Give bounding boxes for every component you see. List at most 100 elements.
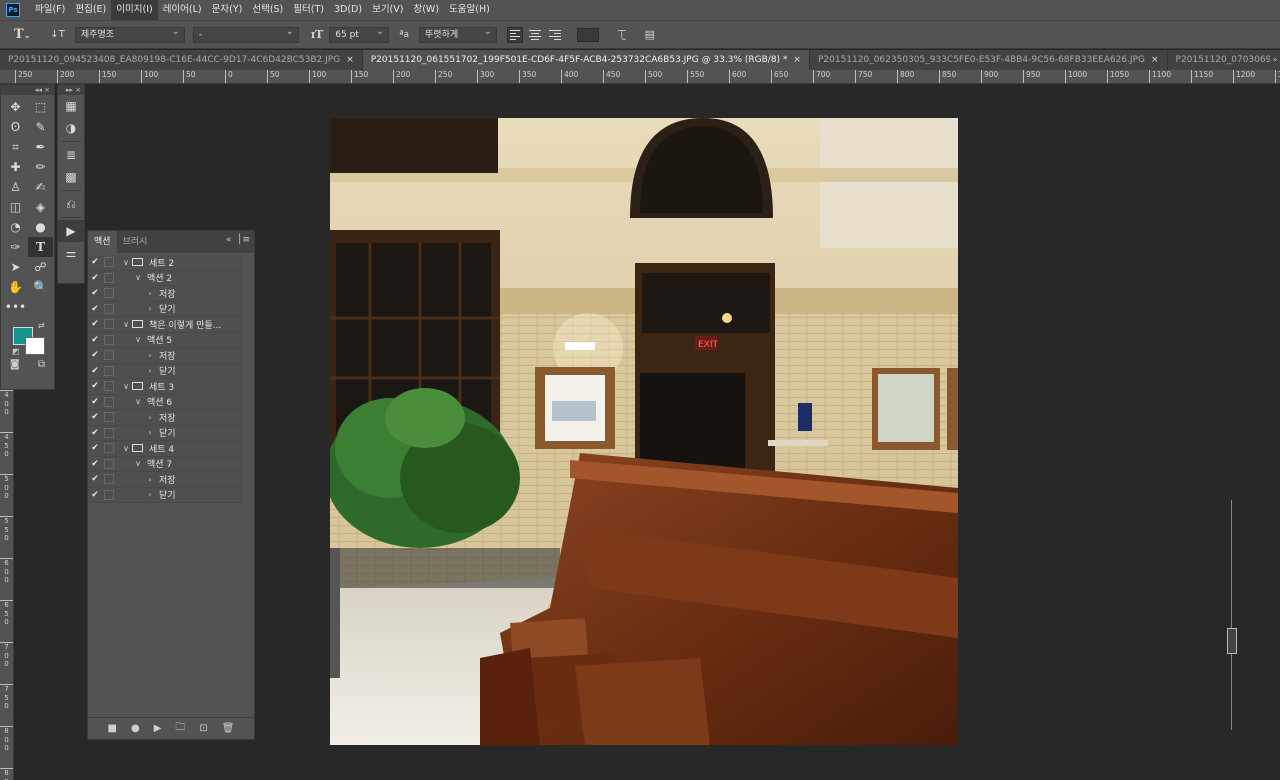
action-row[interactable]: ✔ ∨ 책은 이렇게 만들... xyxy=(88,317,242,333)
more-tools-icon[interactable]: ••• xyxy=(3,297,28,317)
action-row[interactable]: ✔ › 닫기 xyxy=(88,425,242,441)
menu-item[interactable]: 창(W) xyxy=(408,0,444,20)
dialog-toggle-box[interactable] xyxy=(104,443,114,454)
zoom-tool-icon[interactable]: 🔍 xyxy=(28,277,53,297)
toggle-item-checkbox[interactable]: ✔ xyxy=(88,459,102,469)
dialog-toggle-box[interactable] xyxy=(104,489,114,500)
chevron-right-icon[interactable]: › xyxy=(144,351,156,360)
menu-item[interactable]: 문자(Y) xyxy=(207,0,248,20)
action-row[interactable]: ✔ › 저장 xyxy=(88,472,242,488)
chevron-down-icon[interactable]: ∨ xyxy=(132,335,144,344)
action-row[interactable]: ✔ › 저장 xyxy=(88,348,242,364)
properties-panel-icon[interactable]: ⚌ xyxy=(58,242,84,264)
toggle-item-checkbox[interactable]: ✔ xyxy=(88,397,102,407)
dialog-toggle-box[interactable] xyxy=(104,427,114,438)
tab-actions[interactable]: 액션 xyxy=(88,231,117,253)
action-row[interactable]: ✔ › 닫기 xyxy=(88,363,242,379)
chevron-right-icon[interactable]: › xyxy=(144,428,156,437)
align-right-button[interactable] xyxy=(547,27,563,43)
menu-item[interactable]: 이미지(I) xyxy=(111,0,158,20)
eraser-tool-icon[interactable]: ◫ xyxy=(3,197,28,217)
chevron-right-icon[interactable]: › xyxy=(144,413,156,422)
action-row[interactable]: ✔ ∨ 액션 6 xyxy=(88,394,242,410)
font-size-select[interactable]: 65 pt xyxy=(329,25,390,43)
dialog-toggle-box[interactable] xyxy=(104,474,114,485)
toggle-item-checkbox[interactable]: ✔ xyxy=(88,350,102,360)
play-icon[interactable]: ▶ xyxy=(154,723,162,734)
chevron-down-icon[interactable]: ∨ xyxy=(132,397,144,406)
chevron-down-icon[interactable]: ∨ xyxy=(120,258,132,267)
history-brush-icon[interactable]: ✍ xyxy=(28,177,53,197)
dialog-toggle-box[interactable] xyxy=(104,319,114,330)
close-tab-icon[interactable]: × xyxy=(1151,50,1159,70)
warp-text-icon[interactable]: ⊤̰ xyxy=(617,28,627,41)
toggle-item-checkbox[interactable]: ✔ xyxy=(88,335,102,345)
dialog-toggle-box[interactable] xyxy=(104,257,114,268)
type-tool-preset-icon[interactable]: T⌄ xyxy=(14,27,30,42)
action-row[interactable]: ✔ › 닫기 xyxy=(88,487,242,503)
close-tab-icon[interactable]: × xyxy=(346,50,354,70)
toggle-item-checkbox[interactable]: ✔ xyxy=(88,381,102,391)
screen-mode-icon[interactable]: ⧉ xyxy=(38,359,45,370)
document-tab[interactable]: P20151120_062350305_933C5FE0-E53F-4BB4-9… xyxy=(810,50,1168,70)
menu-item[interactable]: 파일(F) xyxy=(30,0,70,20)
dodge-tool-icon[interactable]: ● xyxy=(28,217,53,237)
action-row[interactable]: ✔ ∨ 세트 2 xyxy=(88,255,242,271)
document-tab[interactable]: P20151120_094523408_EA809198-C16E-44CC-9… xyxy=(0,50,363,70)
lasso-tool-icon[interactable]: ʘ xyxy=(3,117,28,137)
font-style-select[interactable]: - xyxy=(192,25,299,43)
brush-tool-icon[interactable]: ✏ xyxy=(28,157,53,177)
dialog-toggle-box[interactable] xyxy=(104,412,114,423)
menu-item[interactable]: 도움말(H) xyxy=(444,0,495,20)
horizontal-ruler[interactable]: 250 200 150 100 50 0 50 100 150 200 250 300 350 400 45… xyxy=(0,70,1280,84)
chevron-down-icon[interactable]: ∨ xyxy=(120,444,132,453)
menu-item[interactable]: 필터(T) xyxy=(288,0,329,20)
dialog-toggle-box[interactable] xyxy=(104,303,114,314)
chevron-right-icon[interactable]: › xyxy=(144,366,156,375)
dialog-toggle-box[interactable] xyxy=(104,350,114,361)
crop-tool-icon[interactable]: ⌗ xyxy=(3,137,28,157)
document-tab[interactable]: P20151120_070306956_71380804-9 xyxy=(1168,50,1280,70)
chevron-down-icon[interactable]: ∨ xyxy=(132,273,144,282)
close-tab-icon[interactable]: × xyxy=(793,50,801,70)
action-row[interactable]: ✔ ∨ 세트 4 xyxy=(88,441,242,457)
quick-select-tool-icon[interactable]: ✎ xyxy=(28,117,53,137)
tab-overflow-icon[interactable]: » xyxy=(1270,50,1280,70)
record-icon[interactable]: ● xyxy=(131,723,140,734)
dialog-toggle-box[interactable] xyxy=(104,381,114,392)
new-action-icon[interactable]: ⊡ xyxy=(199,723,207,734)
healing-tool-icon[interactable]: ✚ xyxy=(3,157,28,177)
dialog-toggle-box[interactable] xyxy=(104,334,114,345)
toggle-item-checkbox[interactable]: ✔ xyxy=(88,443,102,453)
chevron-down-icon[interactable]: ∨ xyxy=(120,320,132,329)
hand-tool-icon[interactable]: ✋ xyxy=(3,277,28,297)
toggle-item-checkbox[interactable]: ✔ xyxy=(88,288,102,298)
action-row[interactable]: ✔ › 닫기 xyxy=(88,301,242,317)
action-row[interactable]: ✔ ∨ 액션 7 xyxy=(88,456,242,472)
pen-tool-icon[interactable]: ✑ xyxy=(3,237,28,257)
menu-item[interactable]: 3D(D) xyxy=(329,0,367,20)
chevron-down-icon[interactable]: ∨ xyxy=(132,459,144,468)
move-tool-icon[interactable]: ✥ xyxy=(3,97,28,117)
toggle-item-checkbox[interactable]: ✔ xyxy=(88,490,102,500)
document-tab[interactable]: P20151120_061551702_199F501E-CD6F-4F5F-A… xyxy=(362,50,810,70)
actions-panel-icon[interactable]: ▶ xyxy=(58,220,84,242)
type-tool-icon[interactable]: T xyxy=(28,237,53,257)
panel-menu-icon[interactable]: « │≡ xyxy=(226,235,250,245)
character-panel-icon[interactable]: ▤ xyxy=(645,28,655,41)
action-row[interactable]: ✔ ∨ 액션 2 xyxy=(88,270,242,286)
align-left-button[interactable] xyxy=(507,26,524,43)
stamp-tool-icon[interactable]: ♙ xyxy=(3,177,28,197)
zoom-slider-track[interactable] xyxy=(1231,500,1232,730)
font-family-select[interactable]: 제주명조 xyxy=(74,25,185,43)
dialog-toggle-box[interactable] xyxy=(104,396,114,407)
align-center-button[interactable] xyxy=(527,27,543,43)
swap-colors-icon[interactable]: ⇄ xyxy=(38,321,45,330)
chevron-down-icon[interactable]: ∨ xyxy=(120,382,132,391)
tab-brushes[interactable]: 브러시 xyxy=(117,231,154,253)
quick-mask-icon[interactable]: ◙ xyxy=(10,359,20,370)
adjustments-panel-icon[interactable]: ◑ xyxy=(58,117,84,139)
zoom-slider-handle[interactable] xyxy=(1227,628,1237,654)
brush-settings-panel-icon[interactable]: ≣ xyxy=(58,144,84,166)
tools-panel-header[interactable]: ◂◂ × xyxy=(1,85,54,95)
